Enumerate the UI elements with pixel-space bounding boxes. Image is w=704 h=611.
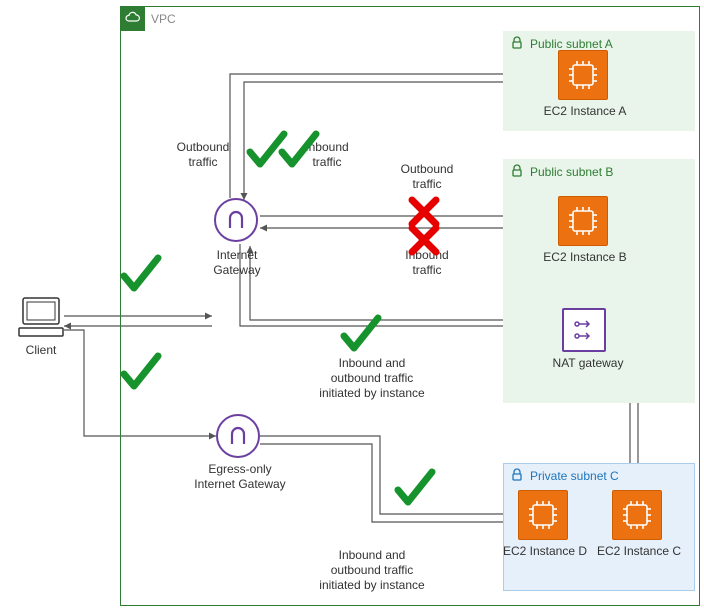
subnet-title: Private subnet C bbox=[530, 469, 619, 483]
vpc-icon bbox=[121, 7, 145, 31]
ec2-instance-c-icon bbox=[612, 490, 662, 540]
lock-icon bbox=[510, 36, 526, 52]
check-icon bbox=[118, 350, 162, 394]
egress-traffic-label: Inbound and outbound traffic initiated b… bbox=[312, 548, 432, 593]
ec2-instance-d-icon bbox=[518, 490, 568, 540]
nat-traffic-label: Inbound and outbound traffic initiated b… bbox=[312, 356, 432, 401]
outbound-traffic-label-top: Outbound traffic bbox=[168, 140, 238, 170]
check-icon bbox=[338, 312, 382, 356]
ec2b-label: EC2 Instance B bbox=[540, 250, 630, 265]
ec2-instance-a-icon bbox=[558, 50, 608, 100]
client-label: Client bbox=[6, 343, 76, 358]
subnet-title: Public subnet B bbox=[530, 165, 613, 179]
ec2c-label: EC2 Instance C bbox=[594, 544, 684, 559]
lock-icon bbox=[510, 468, 526, 484]
computer-icon bbox=[17, 296, 65, 340]
ec2d-label: EC2 Instance D bbox=[500, 544, 590, 559]
vpc-title: VPC bbox=[151, 12, 176, 27]
egress-only-igw-icon bbox=[216, 414, 260, 458]
subnet-title: Public subnet A bbox=[530, 37, 613, 51]
nat-label: NAT gateway bbox=[548, 356, 628, 371]
internet-gateway-icon bbox=[214, 198, 258, 242]
nat-gateway-icon bbox=[562, 308, 606, 352]
outbound-traffic-label-mid: Outbound traffic bbox=[392, 162, 462, 192]
client-node: Client bbox=[6, 296, 76, 358]
cross-icon bbox=[406, 222, 442, 258]
igw-label: Internet Gateway bbox=[192, 248, 282, 278]
egress-label: Egress-only Internet Gateway bbox=[192, 462, 288, 492]
ec2-instance-b-icon bbox=[558, 196, 608, 246]
check-icon bbox=[118, 252, 162, 296]
lock-icon bbox=[510, 164, 526, 180]
check-icon bbox=[276, 128, 320, 172]
ec2a-label: EC2 Instance A bbox=[540, 104, 630, 119]
check-icon bbox=[392, 466, 436, 510]
